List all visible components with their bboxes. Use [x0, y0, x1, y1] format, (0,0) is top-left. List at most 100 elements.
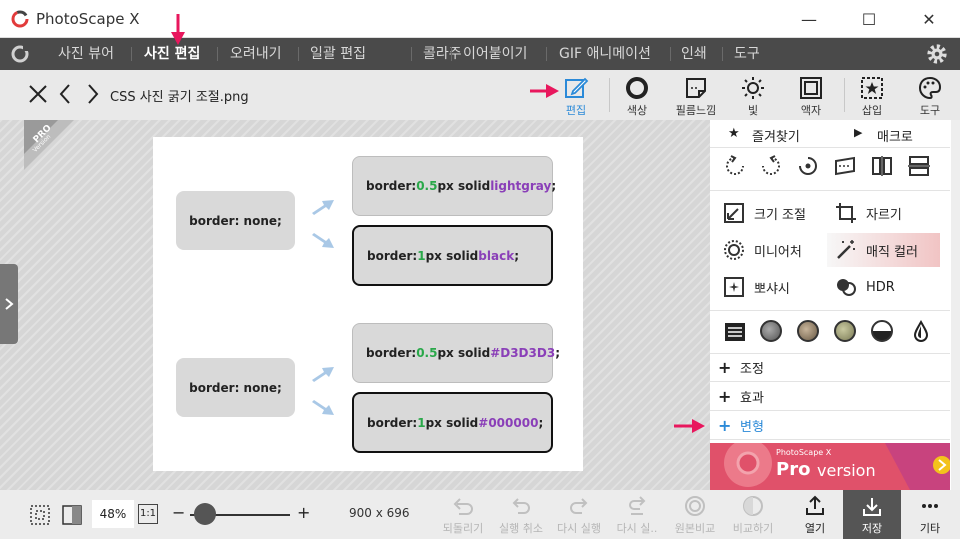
save-label: 저장 [861, 522, 883, 535]
file-name: CSS 사진 굵기 조절.png [110, 90, 249, 105]
filter-olive-icon[interactable] [834, 320, 856, 342]
undo-button[interactable]: 실행 취소 [492, 494, 550, 536]
tool-frame-label: 액자 [800, 104, 822, 117]
bloom-tool[interactable]: 뽀샤시 [722, 270, 822, 304]
hdr-icon [837, 279, 856, 296]
border-hex-lightgray-box: border: 0.5 px solid #D3D3D3; [352, 323, 560, 383]
css-suffix: ; [551, 179, 557, 193]
pro-version-promo[interactable]: PhotoScape X Pro version [710, 443, 950, 490]
zoom-slider-knob[interactable] [194, 503, 216, 525]
nav-photo-viewer[interactable]: 사진 뷰어 [58, 38, 114, 70]
macro-play-icon[interactable]: ▶ [854, 126, 862, 139]
nav-print[interactable]: 인쇄 [681, 38, 707, 70]
nav-divider [546, 47, 547, 61]
rotate-left-icon[interactable] [723, 154, 747, 178]
border-none-box: border: none; [176, 191, 295, 250]
upload-icon [806, 495, 824, 515]
css-width: 0.5 [416, 179, 438, 193]
more-button[interactable]: 기타 [901, 494, 959, 536]
revert-button[interactable]: 되돌리기 [434, 494, 492, 536]
tool-insert[interactable]: 삽입 [846, 74, 898, 118]
save-button[interactable]: 저장 [843, 490, 901, 539]
edited-image[interactable]: border: none; border: 0.5 px solid lightg… [153, 137, 583, 471]
actual-size-button[interactable]: 1:1 [138, 504, 158, 524]
border-hex-black-box: border: 1 px solid #000000; [352, 392, 553, 453]
original-compare-button[interactable]: 원본비교 [666, 494, 724, 536]
favorites-star-icon[interactable]: ★ [728, 126, 740, 141]
open-button[interactable]: 열기 [786, 494, 844, 536]
flip-horizontal-icon[interactable] [870, 154, 894, 178]
crop-icon [836, 203, 856, 223]
list-menu-icon[interactable] [723, 320, 747, 344]
panel-divider [710, 310, 950, 311]
home-logo-icon[interactable] [8, 43, 32, 65]
close-icon[interactable] [26, 82, 50, 106]
section-adjust[interactable]: + 조정 [710, 353, 950, 382]
zoom-level[interactable]: 48% [92, 500, 134, 528]
redo-button[interactable]: 다시 실행 [550, 494, 608, 536]
annotation-arrow-icon [674, 419, 705, 433]
expand-sidebar-tab[interactable] [0, 264, 18, 344]
miniature-tool[interactable]: 미니어처 [722, 233, 822, 267]
css-mid: px solid [425, 415, 479, 430]
minimize-button[interactable]: — [786, 0, 832, 38]
miniature-icon [724, 240, 744, 260]
tool-tools[interactable]: 도구 [904, 74, 956, 118]
section-transform[interactable]: + 변형 [710, 411, 950, 440]
straighten-icon[interactable] [833, 154, 857, 178]
frame-icon [800, 77, 822, 99]
selection-grid-icon[interactable] [28, 503, 52, 527]
previous-arrow-icon[interactable] [54, 82, 78, 106]
undo-label: 실행 취소 [499, 522, 543, 535]
tool-edit[interactable]: 편집 [550, 74, 602, 118]
zoom-in-button[interactable]: + [297, 503, 310, 522]
nav-gif-animation[interactable]: GIF 애니메이션 [559, 38, 651, 70]
redo-all-icon [629, 496, 646, 515]
filter-contrast-icon[interactable] [871, 320, 893, 342]
section-effect[interactable]: + 효과 [710, 382, 950, 411]
redo-all-button[interactable]: 다시 실.. [608, 494, 666, 536]
hdr-tool[interactable]: HDR [834, 270, 938, 304]
nav-cut-out[interactable]: 오려내기 [230, 38, 282, 70]
macro-tab[interactable]: 매크로 [877, 126, 913, 145]
tool-film[interactable]: 필름느낌 [670, 74, 722, 118]
nav-collage[interactable]: 콜라주 [423, 38, 462, 70]
css-width: 1 [417, 415, 426, 430]
next-arrow-icon[interactable] [80, 82, 104, 106]
compare-view-icon[interactable] [60, 503, 84, 527]
film-icon [686, 78, 706, 98]
magic-color-tool[interactable]: 매직 컬러 [827, 233, 940, 267]
arrow-down-right-icon [312, 400, 334, 415]
edit-pencil-icon [565, 77, 589, 98]
tool-frame[interactable]: 액자 [785, 74, 837, 118]
flip-vertical-icon[interactable] [907, 154, 931, 178]
settings-gear-icon[interactable] [926, 43, 948, 65]
zoom-out-button[interactable]: − [172, 503, 185, 522]
resize-tool[interactable]: 크기 조절 [722, 196, 822, 230]
droplet-icon[interactable] [909, 320, 933, 344]
rotate-right-icon[interactable] [759, 154, 783, 178]
filter-gray-icon[interactable] [760, 320, 782, 342]
hdr-label: HDR [866, 279, 895, 295]
maximize-button[interactable]: ☐ [846, 0, 892, 38]
nav-divider [451, 47, 452, 61]
canvas-area[interactable]: PRO Version border: none; border: 0.5 px … [0, 120, 710, 490]
favorites-tab[interactable]: 즐겨찾기 [752, 126, 800, 145]
compare-button[interactable]: 비교하기 [724, 494, 782, 536]
rotate-free-icon[interactable] [796, 154, 820, 178]
close-window-button[interactable]: ✕ [906, 0, 952, 38]
tool-edit-label: 편집 [565, 104, 587, 117]
crop-tool[interactable]: 자르기 [834, 196, 938, 230]
promo-brand: PhotoScape X [776, 448, 832, 457]
nav-batch-editor[interactable]: 일괄 편집 [310, 38, 366, 70]
bloom-label: 뽀샤시 [754, 281, 790, 297]
nav-tools[interactable]: 도구 [734, 38, 760, 70]
photoscape-logo-icon [11, 10, 29, 28]
tool-color[interactable]: 색상 [611, 74, 663, 118]
panel-scrollbar[interactable] [951, 120, 960, 490]
tool-light[interactable]: 빛 [727, 74, 779, 118]
resize-label: 크기 조절 [754, 207, 806, 223]
filter-sepia-icon[interactable] [797, 320, 819, 342]
color-ring-icon [626, 77, 648, 99]
nav-combine[interactable]: 이어붙이기 [463, 38, 527, 70]
